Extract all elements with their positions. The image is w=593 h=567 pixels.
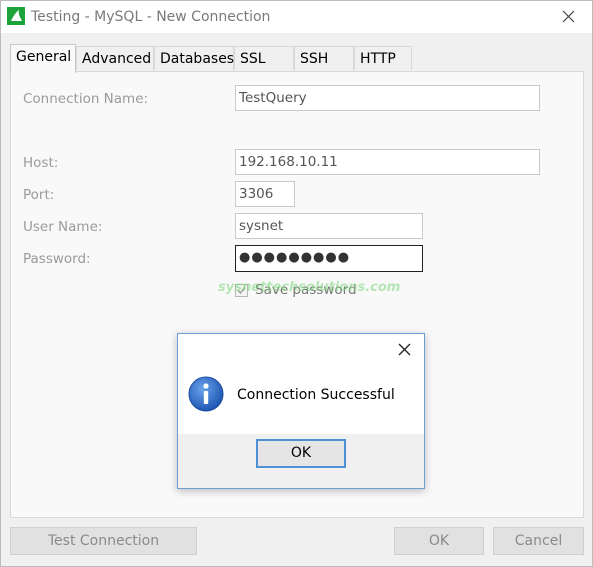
window-title: Testing - MySQL - New Connection (31, 9, 271, 25)
tab-databases[interactable]: Databases (154, 46, 234, 70)
dialog-content-area: Connection Successful (178, 334, 424, 434)
connection-window: Testing - MySQL - New Connection General… (0, 0, 593, 567)
port-input[interactable]: 3306 (235, 181, 295, 207)
password-label: Password: (23, 251, 91, 267)
close-icon (562, 10, 575, 23)
dialog-ok-button[interactable]: OK (256, 439, 346, 468)
tab-ssh[interactable]: SSH (294, 46, 354, 70)
watermark: sysnettechsolutions.com (218, 280, 401, 295)
dialog-close-button[interactable] (392, 340, 416, 360)
password-input[interactable]: ●●●●●●●●● (235, 245, 423, 272)
connection-name-label: Connection Name: (23, 91, 149, 107)
user-name-input[interactable]: sysnet (235, 213, 423, 239)
tab-ssl[interactable]: SSL (234, 46, 294, 70)
test-connection-button[interactable]: Test Connection (10, 527, 197, 555)
host-label: Host: (23, 155, 59, 171)
dialog-message: Connection Successful (237, 387, 395, 403)
tab-advanced[interactable]: Advanced (76, 46, 154, 70)
tab-http[interactable]: HTTP (354, 46, 412, 70)
window-close-button[interactable] (554, 4, 584, 30)
close-icon (398, 343, 411, 356)
connection-success-dialog: Connection Successful OK (177, 333, 425, 489)
cancel-button[interactable]: Cancel (493, 527, 584, 555)
host-input[interactable]: 192.168.10.11 (235, 149, 540, 175)
port-label: Port: (23, 187, 55, 203)
ok-button[interactable]: OK (394, 527, 484, 555)
tab-general[interactable]: General (10, 44, 76, 73)
connection-name-input[interactable]: TestQuery (235, 85, 540, 111)
navicat-app-icon (7, 7, 25, 25)
user-name-label: User Name: (23, 219, 103, 235)
title-bar: Testing - MySQL - New Connection (1, 1, 592, 33)
info-icon (188, 376, 224, 412)
